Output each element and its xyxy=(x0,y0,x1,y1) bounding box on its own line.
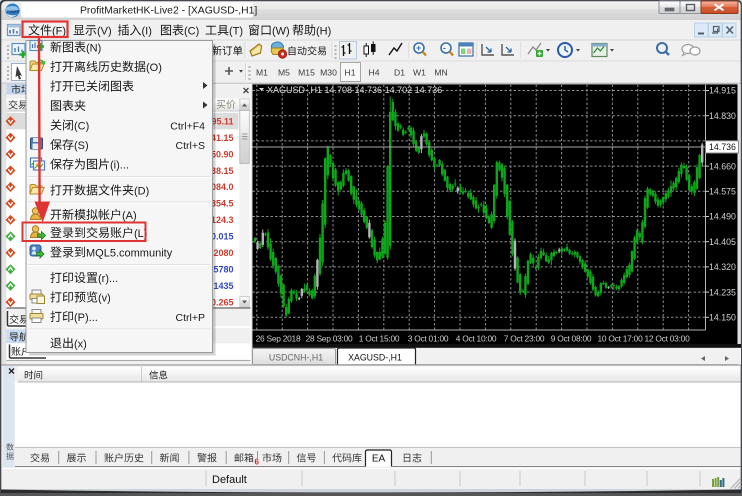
svg-text:(F): (F) xyxy=(52,26,66,38)
svg-text:14.575: 14.575 xyxy=(709,187,736,197)
svg-text:(r)...: (r)... xyxy=(98,273,118,285)
svg-text:7 Oct 23:00: 7 Oct 23:00 xyxy=(504,334,545,344)
svg-text:14.736: 14.736 xyxy=(709,142,736,152)
svg-text:9 Oct 08:00: 9 Oct 08:00 xyxy=(551,334,592,344)
svg-text:(A): (A) xyxy=(122,210,137,222)
svg-text:14.320: 14.320 xyxy=(709,262,736,272)
svg-text:M15: M15 xyxy=(298,68,315,78)
svg-text:M1: M1 xyxy=(256,68,268,78)
svg-text:XAGUSD-,H1 14.708 14.736 14.7: XAGUSD-,H1 14.708 14.736 14.702 14.736 xyxy=(267,85,442,95)
svg-text:28 Sep 03:00: 28 Sep 03:00 xyxy=(306,334,353,344)
svg-text:1435: 1435 xyxy=(213,281,233,291)
svg-text:(C): (C) xyxy=(74,121,89,133)
svg-text:Default: Default xyxy=(212,474,247,486)
svg-text:Ctrl+P: Ctrl+P xyxy=(176,312,205,324)
svg-text:ProfitMarketHK-Live2 - [XAGUSD: ProfitMarketHK-Live2 - [XAGUSD-,H1] xyxy=(80,6,257,17)
svg-text:MN: MN xyxy=(434,68,447,78)
svg-text:3 Oct 01:00: 3 Oct 01:00 xyxy=(408,334,449,344)
svg-text:4 Oct 10:00: 4 Oct 10:00 xyxy=(456,334,497,344)
svg-text:PROFIT: PROFIT xyxy=(7,10,21,14)
svg-text:-: - xyxy=(443,43,446,53)
svg-text:(H): (H) xyxy=(316,26,331,38)
svg-text:M5: M5 xyxy=(278,68,290,78)
svg-text:14.235: 14.235 xyxy=(709,287,736,297)
svg-text:(T): (T) xyxy=(229,26,243,38)
svg-text:(i)...: (i)... xyxy=(110,160,129,172)
svg-text:14.150: 14.150 xyxy=(709,313,736,323)
svg-text:+: + xyxy=(416,43,421,53)
svg-text:(v): (v) xyxy=(98,293,111,305)
svg-text:(I): (I) xyxy=(142,26,152,38)
svg-text:D1: D1 xyxy=(394,68,405,78)
svg-text:(W): (W) xyxy=(272,26,290,38)
svg-text:14.490: 14.490 xyxy=(709,212,736,222)
svg-text:2080: 2080 xyxy=(213,248,233,258)
svg-text:M30: M30 xyxy=(320,68,337,78)
svg-text:12 Oct 03:00: 12 Oct 03:00 xyxy=(645,334,691,344)
svg-text:Ctrl+S: Ctrl+S xyxy=(176,140,205,152)
svg-text:(D): (D) xyxy=(134,186,149,198)
svg-text:14.915: 14.915 xyxy=(709,86,736,96)
svg-text:1 Oct 15:00: 1 Oct 15:00 xyxy=(359,334,400,344)
svg-text:H1: H1 xyxy=(345,68,356,78)
svg-text:USDCNH-,H1: USDCNH-,H1 xyxy=(269,352,323,362)
svg-text:(C): (C) xyxy=(184,26,199,38)
svg-text:10 Oct 17:00: 10 Oct 17:00 xyxy=(598,334,644,344)
svg-text:(O): (O) xyxy=(146,62,162,74)
svg-text:(N): (N) xyxy=(86,43,101,55)
svg-text:(S): (S) xyxy=(74,140,89,152)
svg-text:MQL5.community: MQL5.community xyxy=(86,248,173,260)
svg-text:26 Sep 2018: 26 Sep 2018 xyxy=(256,334,301,344)
svg-text:5780: 5780 xyxy=(213,264,233,274)
svg-text:EA: EA xyxy=(372,454,386,465)
svg-text:W1: W1 xyxy=(413,68,426,78)
svg-text:14.830: 14.830 xyxy=(709,111,736,121)
svg-text:XAGUSD-,H1: XAGUSD-,H1 xyxy=(348,352,402,362)
svg-text:14.405: 14.405 xyxy=(709,237,736,247)
svg-text:14.660: 14.660 xyxy=(709,161,736,171)
svg-text:H4: H4 xyxy=(369,68,380,78)
svg-text:(x): (x) xyxy=(74,339,87,351)
svg-text:(P)...: (P)... xyxy=(74,312,98,324)
svg-text:Ctrl+F4: Ctrl+F4 xyxy=(170,121,205,133)
svg-text:(V): (V) xyxy=(97,26,112,38)
